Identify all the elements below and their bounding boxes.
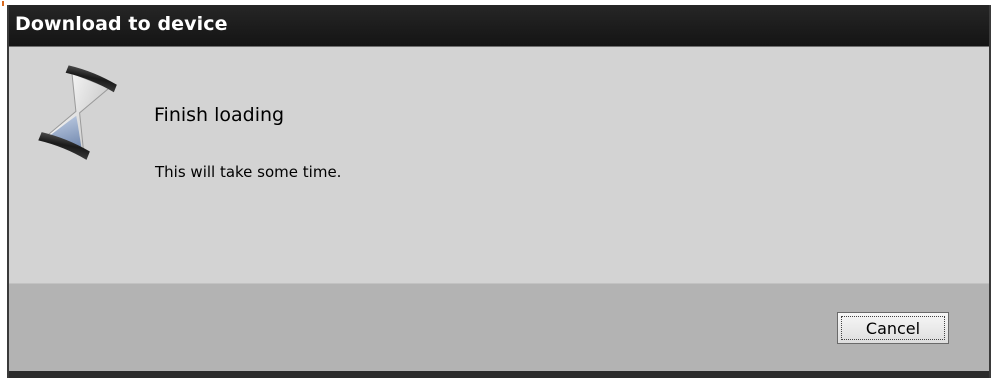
hourglass-icon — [38, 65, 117, 160]
dialog-title: Download to device — [15, 13, 228, 35]
cancel-button-label: Cancel — [841, 316, 945, 340]
window-corner-mark — [2, 1, 4, 6]
dialog-content: Finish loading This will take some time. — [9, 47, 989, 283]
cancel-button[interactable]: Cancel — [837, 312, 949, 344]
dialog-titlebar[interactable]: Download to device — [9, 5, 989, 47]
download-dialog: Download to device Finish loading This w… — [7, 5, 991, 378]
dialog-bottom-border — [9, 371, 989, 378]
dialog-heading: Finish loading — [154, 104, 285, 126]
dialog-footer: Cancel — [9, 283, 989, 372]
dialog-message: This will take some time. — [155, 163, 342, 181]
